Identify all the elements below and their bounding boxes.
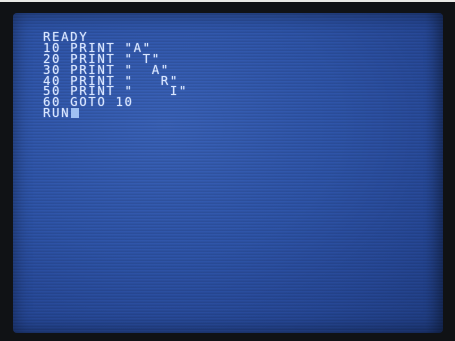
run-command-text: RUN xyxy=(43,105,71,121)
basic-terminal-output: READY 10 PRINT "A" 20 PRINT " T" 30 PRIN… xyxy=(43,30,188,121)
text-cursor xyxy=(71,108,80,119)
photo-frame: READY 10 PRINT "A" 20 PRINT " T" 30 PRIN… xyxy=(0,0,455,341)
screen-edge-shading xyxy=(425,13,443,333)
crt-screen[interactable]: READY 10 PRINT "A" 20 PRINT " T" 30 PRIN… xyxy=(13,13,443,333)
terminal-command-line[interactable]: RUN xyxy=(43,105,188,121)
monitor-bezel: READY 10 PRINT "A" 20 PRINT " T" 30 PRIN… xyxy=(0,2,455,341)
